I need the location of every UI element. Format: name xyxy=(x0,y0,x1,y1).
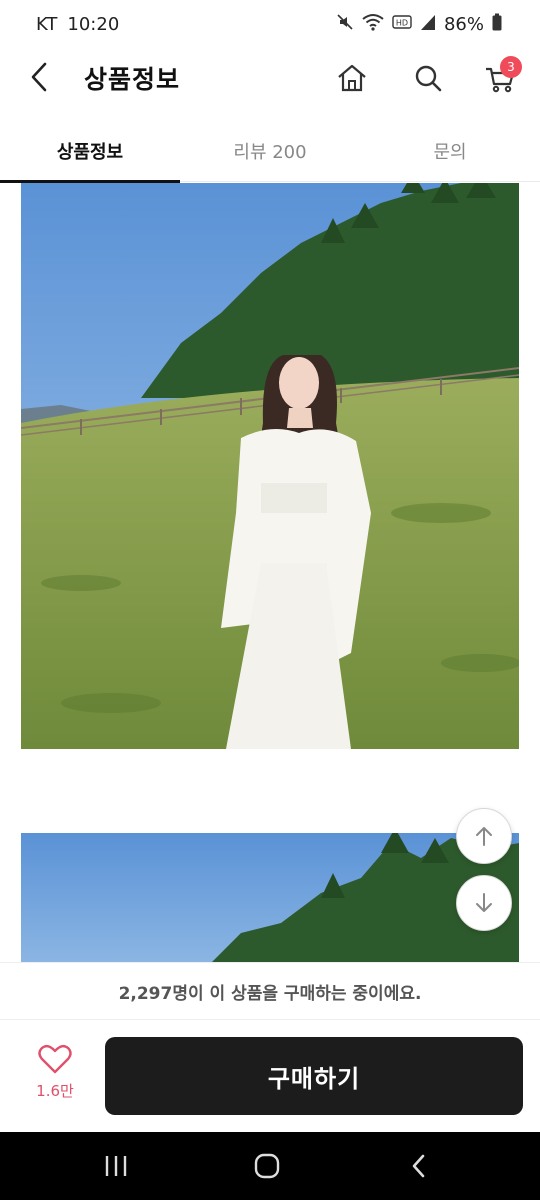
nav-home-button[interactable] xyxy=(247,1146,287,1186)
mute-icon xyxy=(336,13,354,36)
status-right: HD 86% xyxy=(336,13,502,36)
system-nav-bar xyxy=(0,1132,540,1200)
search-button[interactable] xyxy=(408,58,448,98)
clock-label: 10:20 xyxy=(67,13,120,35)
scroll-bottom-button[interactable] xyxy=(456,875,512,931)
battery-label: 86% xyxy=(443,13,484,35)
recents-icon xyxy=(105,1156,127,1176)
arrow-down-icon xyxy=(476,893,492,912)
product-photo xyxy=(21,183,519,749)
wifi-icon xyxy=(362,13,384,36)
recents-button[interactable] xyxy=(96,1146,136,1186)
home-circle-icon xyxy=(254,1153,280,1179)
chevron-left-icon xyxy=(31,62,47,92)
status-bar: KT 10:20 HD 86% xyxy=(0,0,540,48)
battery-icon xyxy=(492,13,502,36)
bottom-action-bar: 1.6만 구매하기 xyxy=(0,1020,540,1132)
back-arrow-icon xyxy=(412,1154,425,1178)
status-left: KT 10:20 xyxy=(36,14,119,35)
carrier-label: KT xyxy=(36,13,58,35)
tab-reviews[interactable]: 리뷰 200 xyxy=(180,120,360,182)
cart-button[interactable]: 3 xyxy=(480,56,522,98)
hd-icon: HD xyxy=(392,14,412,35)
purchase-activity-notice: 2,297명이 이 상품을 구매하는 중이에요. xyxy=(0,962,540,1020)
product-photo xyxy=(21,833,519,962)
like-count: 1.6만 xyxy=(36,1082,74,1100)
svg-text:HD: HD xyxy=(396,18,408,27)
tab-product-info[interactable]: 상품정보 xyxy=(0,120,180,183)
signal-icon xyxy=(420,13,436,36)
search-icon xyxy=(415,65,442,92)
tab-bar: 상품정보 리뷰 200 문의 xyxy=(0,120,540,183)
like-button[interactable]: 1.6만 xyxy=(24,1044,86,1110)
app-header: 상품정보 3 xyxy=(0,48,540,108)
cart-count-badge: 3 xyxy=(500,56,522,78)
scroll-top-button[interactable] xyxy=(456,808,512,864)
arrow-up-icon xyxy=(476,827,492,846)
buy-button[interactable]: 구매하기 xyxy=(105,1037,523,1115)
home-icon xyxy=(338,64,366,92)
heart-icon xyxy=(38,1044,72,1074)
back-button[interactable] xyxy=(22,60,56,94)
tab-inquiry[interactable]: 문의 xyxy=(360,120,540,182)
nav-back-button[interactable] xyxy=(399,1146,439,1186)
home-button[interactable] xyxy=(332,58,372,98)
page-title: 상품정보 xyxy=(84,65,181,94)
